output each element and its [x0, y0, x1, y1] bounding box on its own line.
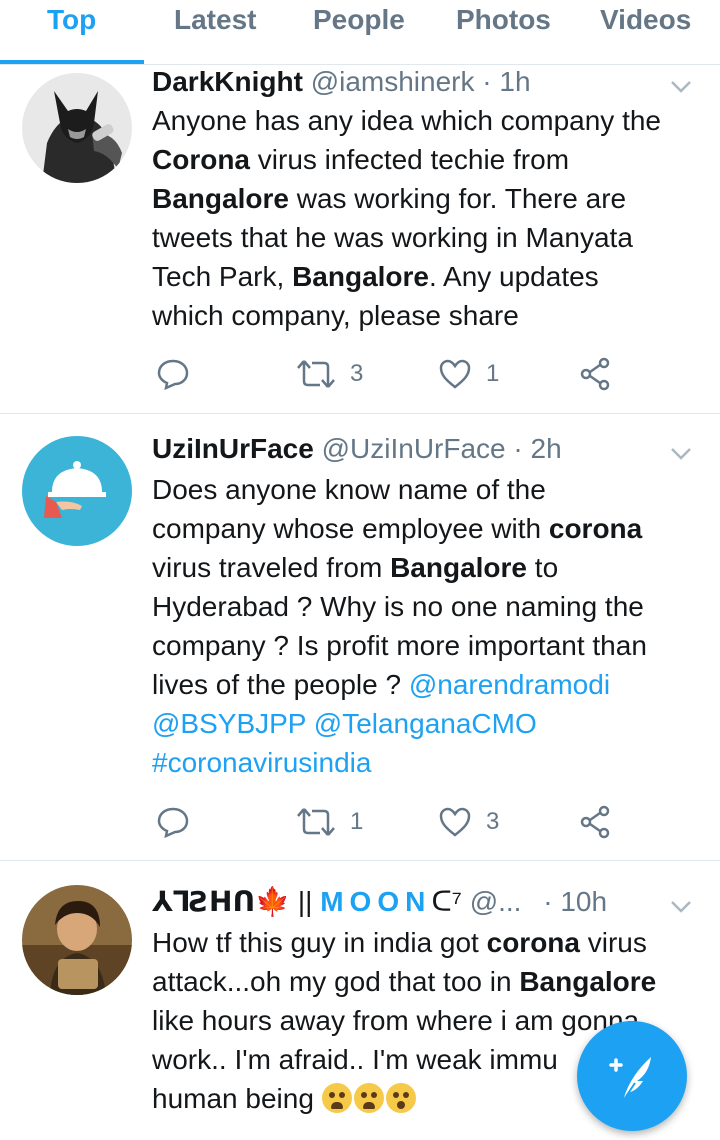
avatar[interactable] — [22, 436, 132, 546]
mention-link[interactable]: @TelanganaCMO — [314, 708, 537, 739]
avatar[interactable] — [22, 73, 132, 183]
retweet-icon — [297, 808, 335, 836]
tweet-actions: 3 1 — [152, 354, 632, 394]
tweet-actions: 1 3 — [152, 802, 632, 842]
share-icon — [580, 805, 610, 839]
timestamp: · 2h — [513, 433, 562, 464]
mention-link[interactable]: @BSYBJPP — [152, 708, 306, 739]
hashtag-link[interactable]: #coronavirusindia — [152, 747, 371, 778]
user-handle[interactable]: @UziInUrFace — [322, 433, 506, 464]
chevron-down-icon[interactable] — [668, 893, 694, 919]
tab-top[interactable]: Top — [47, 0, 96, 40]
tweet-text: Does anyone know name of the company who… — [152, 474, 647, 778]
display-name[interactable]: ⅄ꓶꙄꓧꓵ — [152, 886, 255, 917]
display-name[interactable]: DarkKnight — [152, 66, 303, 97]
reply-button[interactable] — [156, 354, 190, 394]
crying-face-icon — [353, 1083, 384, 1113]
like-icon — [439, 359, 471, 389]
tweet-header: ⅄ꓶꙄꓧꓵ🍁 || MOONᑕ⁷ @... · 10h — [152, 886, 608, 917]
tab-photos[interactable]: Photos — [456, 0, 551, 40]
flushed-face-icon — [385, 1083, 416, 1113]
tab-people[interactable]: People — [313, 0, 405, 40]
reply-icon — [157, 359, 189, 391]
share-button[interactable] — [578, 354, 612, 394]
mention-link[interactable]: @narendramodi — [409, 669, 610, 700]
tweet[interactable]: UziInUrFace @UziInUrFace · 2h Does anyon… — [0, 414, 720, 861]
like-icon — [439, 807, 471, 837]
retweet-count: 3 — [350, 360, 364, 387]
tab-videos[interactable]: Videos — [600, 0, 691, 40]
tweet-header: DarkKnight @iamshinerk · 1h — [152, 65, 531, 99]
like-button[interactable]: 3 — [438, 802, 499, 842]
chevron-down-icon[interactable] — [668, 440, 694, 466]
compose-tweet-button[interactable] — [577, 1021, 687, 1131]
retweet-count: 1 — [350, 808, 364, 835]
retweet-button[interactable]: 1 — [296, 802, 363, 842]
retweet-icon — [297, 360, 335, 388]
chevron-down-icon[interactable] — [668, 73, 694, 99]
like-count: 3 — [486, 808, 500, 835]
timestamp: · 1h — [482, 66, 531, 97]
share-icon — [580, 357, 610, 391]
retweet-button[interactable]: 3 — [296, 354, 363, 394]
tweet-header: UziInUrFace @UziInUrFace · 2h — [152, 432, 562, 466]
compose-icon — [609, 1057, 651, 1102]
timestamp: · 10h — [543, 886, 608, 917]
tab-latest[interactable]: Latest — [174, 0, 256, 40]
display-name-moon: MOON — [320, 886, 432, 917]
reply-button[interactable] — [156, 802, 190, 842]
user-handle[interactable]: @... — [470, 886, 522, 917]
search-tabs: Top Latest People Photos Videos — [0, 0, 720, 65]
share-button[interactable] — [578, 802, 612, 842]
tweet-text: Anyone has any idea which company the Co… — [152, 105, 661, 331]
crying-face-icon — [321, 1083, 352, 1113]
like-count: 1 — [486, 360, 500, 387]
avatar[interactable] — [22, 885, 132, 995]
reply-icon — [157, 807, 189, 839]
active-tab-indicator — [0, 60, 144, 64]
tweet[interactable]: DarkKnight @iamshinerk · 1h Anyone has a… — [0, 65, 720, 414]
maple-leaf-icon: 🍁 — [255, 886, 291, 917]
user-handle[interactable]: @iamshinerk — [311, 66, 475, 97]
display-name[interactable]: UziInUrFace — [152, 433, 314, 464]
like-button[interactable]: 1 — [438, 354, 499, 394]
